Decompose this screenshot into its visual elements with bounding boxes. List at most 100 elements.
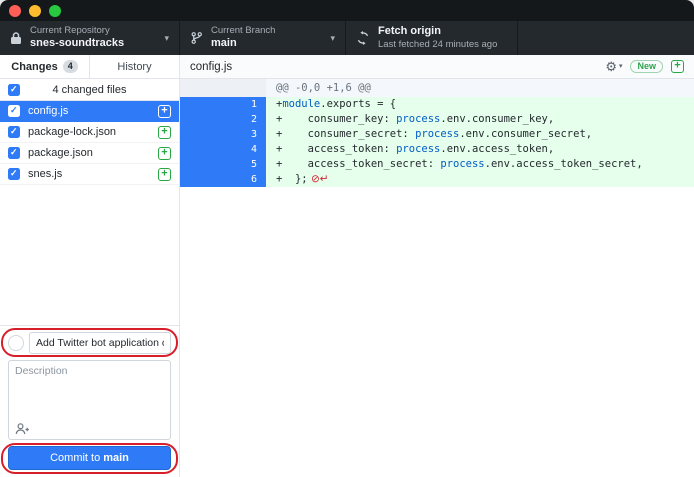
new-file-badge: New <box>630 60 663 74</box>
current-branch-label: Current Branch <box>211 25 275 37</box>
tab-changes[interactable]: Changes 4 <box>0 55 89 78</box>
line-number[interactable]: 4 <box>180 142 266 157</box>
diff-lines: 1+module.exports = {2+ consumer_key: pro… <box>180 97 694 187</box>
code-segment: process <box>440 158 484 170</box>
chevron-down-icon: ▾ <box>158 33 169 44</box>
toolbar-filler <box>518 21 694 55</box>
added-status-icon <box>158 147 171 160</box>
code-segment: + access_token: <box>276 143 396 155</box>
add-coauthor-icon[interactable] <box>15 423 30 435</box>
diff-line: 4+ access_token: process.env.access_toke… <box>180 142 694 157</box>
tab-changes-label: Changes <box>11 61 57 73</box>
code-segment: module <box>282 98 320 110</box>
diff-line: 6+ }; ⊘↵ <box>180 172 694 187</box>
line-number[interactable]: 3 <box>180 127 266 142</box>
file-row[interactable]: snes.js <box>0 164 179 185</box>
no-newline-icon: ⊘↵ <box>308 173 329 185</box>
code-segment: .env.access_token, <box>440 143 554 155</box>
commit-form: Commit to main <box>0 325 179 477</box>
file-name: package.json <box>28 147 93 159</box>
diff-file-title: config.js <box>190 61 232 73</box>
github-desktop-window: Current Repository snes-soundtracks ▾ Cu… <box>0 0 694 477</box>
fetch-origin-sublabel: Last fetched 24 minutes ago <box>378 39 497 51</box>
zoom-button[interactable] <box>49 5 61 17</box>
fetch-origin-button[interactable]: Fetch origin Last fetched 24 minutes ago <box>346 21 518 55</box>
line-number[interactable]: 1 <box>180 97 266 112</box>
code-segment: process <box>396 113 440 125</box>
hunk-header-text: @@ -0,0 +1,6 @@ <box>266 79 694 97</box>
commit-button-label: Commit to <box>50 452 100 464</box>
code-line: + access_token: process.env.access_token… <box>266 142 694 157</box>
file-list: config.js package-lock.json package.json sn… <box>0 101 179 185</box>
code-line: + access_token_secret: process.env.acces… <box>266 157 694 172</box>
current-repository-dropdown[interactable]: Current Repository snes-soundtracks ▾ <box>0 21 180 55</box>
files-header: 4 changed files <box>0 79 179 101</box>
added-status-icon <box>158 168 171 181</box>
code-segment: process <box>396 143 440 155</box>
line-number[interactable]: 2 <box>180 112 266 127</box>
added-status-icon <box>158 126 171 139</box>
file-row[interactable]: config.js <box>0 101 179 122</box>
diff-header: config.js ⚙▾ New <box>180 55 694 79</box>
line-number[interactable]: 5 <box>180 157 266 172</box>
code-segment: .env.consumer_secret, <box>459 128 592 140</box>
chevron-down-icon: ▾ <box>619 63 623 70</box>
git-branch-icon <box>190 31 203 45</box>
commit-description-input[interactable] <box>9 361 170 417</box>
sidebar-spacer <box>0 185 179 325</box>
code-line: + }; ⊘↵ <box>266 172 694 187</box>
file-checkbox[interactable] <box>8 168 20 180</box>
code-segment: + access_token_secret: <box>276 158 440 170</box>
code-segment: + consumer_secret: <box>276 128 415 140</box>
select-all-checkbox[interactable] <box>8 84 20 96</box>
file-row[interactable]: package.json <box>0 143 179 164</box>
lock-icon <box>10 31 22 45</box>
titlebar <box>0 0 694 21</box>
tab-history[interactable]: History <box>89 55 179 78</box>
line-number[interactable]: 6 <box>180 172 266 187</box>
diff-line: 5+ access_token_secret: process.env.acce… <box>180 157 694 172</box>
sidebar: Changes 4 History 4 changed files config… <box>0 55 180 477</box>
file-name: package-lock.json <box>28 126 116 138</box>
diff-line: 2+ consumer_key: process.env.consumer_ke… <box>180 112 694 127</box>
current-branch-dropdown[interactable]: Current Branch main ▾ <box>180 21 346 55</box>
commit-summary-row <box>8 331 171 355</box>
gear-icon[interactable]: ⚙▾ <box>605 60 622 73</box>
changes-count-badge: 4 <box>63 60 78 73</box>
diff-line: 1+module.exports = { <box>180 97 694 112</box>
file-checkbox[interactable] <box>8 126 20 138</box>
file-row[interactable]: package-lock.json <box>0 122 179 143</box>
minimize-button[interactable] <box>29 5 41 17</box>
diff-header-actions: ⚙▾ New <box>605 60 684 74</box>
files-header-label: 4 changed files <box>53 84 127 96</box>
sidebar-tabs: Changes 4 History <box>0 55 179 79</box>
code-segment: + consumer_key: <box>276 113 396 125</box>
code-line: + consumer_key: process.env.consumer_key… <box>266 112 694 127</box>
chevron-down-icon: ▾ <box>324 33 335 44</box>
current-repository-value: snes-soundtracks <box>30 37 124 51</box>
toolbar: Current Repository snes-soundtracks ▾ Cu… <box>0 21 694 55</box>
code-line: +module.exports = { <box>266 97 694 112</box>
code-segment: .env.consumer_key, <box>440 113 554 125</box>
commit-button-branch: main <box>103 452 129 464</box>
avatar <box>8 335 24 351</box>
code-segment: + }; <box>276 173 308 185</box>
close-button[interactable] <box>9 5 21 17</box>
expand-plus-icon[interactable] <box>671 60 684 73</box>
diff-view: @@ -0,0 +1,6 @@ 1+module.exports = {2+ c… <box>180 79 694 187</box>
hunk-gutter <box>180 79 266 97</box>
code-segment: process <box>415 128 459 140</box>
commit-summary-input[interactable] <box>29 332 171 354</box>
code-line: + consumer_secret: process.env.consumer_… <box>266 127 694 142</box>
diff-line: 3+ consumer_secret: process.env.consumer… <box>180 127 694 142</box>
diff-panel: config.js ⚙▾ New @@ -0,0 +1,6 @@ 1+modul… <box>180 55 694 477</box>
code-segment: .exports = { <box>320 98 396 110</box>
commit-button[interactable]: Commit to main <box>8 446 171 470</box>
file-checkbox[interactable] <box>8 105 20 117</box>
fetch-origin-label: Fetch origin <box>378 25 497 39</box>
file-checkbox[interactable] <box>8 147 20 159</box>
tab-history-label: History <box>117 61 151 73</box>
file-name: config.js <box>28 105 68 117</box>
content: Changes 4 History 4 changed files config… <box>0 55 694 477</box>
commit-description-box <box>8 360 171 440</box>
